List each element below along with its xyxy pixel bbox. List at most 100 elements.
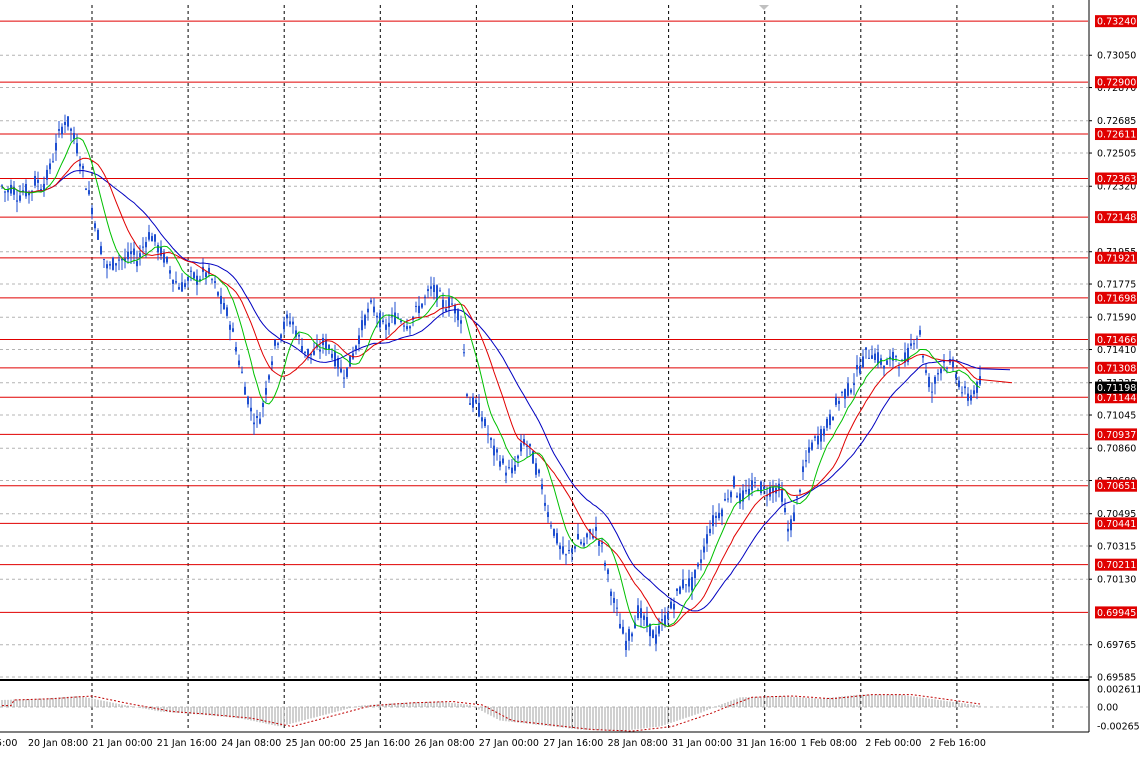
candle-body: [829, 414, 831, 426]
candle-body: [493, 445, 495, 456]
candle-body: [343, 377, 345, 379]
candle-body: [661, 619, 663, 621]
candle-body: [652, 630, 654, 639]
chart-canvas[interactable]: 0.730500.728700.726850.725050.723200.719…: [0, 0, 1140, 757]
candle-body: [187, 276, 189, 281]
price-tick-label: 0.71590: [1097, 313, 1136, 324]
candle-body: [637, 605, 639, 619]
level-label: 0.71921: [1097, 253, 1136, 264]
candle-body: [109, 264, 111, 266]
candle-body: [895, 356, 897, 358]
candle-body: [814, 436, 816, 438]
candle-body: [679, 586, 681, 594]
candle-body: [781, 490, 783, 502]
candle-body: [640, 608, 642, 618]
price-tick-label: 0.71410: [1097, 345, 1136, 356]
time-tick-label: 2 Feb 16:00: [930, 738, 986, 749]
candle-body: [931, 391, 933, 393]
price-chart[interactable]: 0.730500.728700.726850.725050.723200.719…: [0, 0, 1140, 757]
candle-body: [301, 346, 303, 352]
time-tick-label: 21 Jan 16:00: [157, 738, 217, 749]
candle-body: [10, 184, 12, 194]
candle-body: [61, 126, 63, 135]
candle-body: [826, 418, 828, 428]
candle-body: [79, 163, 81, 167]
candle-body: [910, 343, 912, 346]
candle-body: [214, 281, 216, 283]
candle-body: [37, 179, 39, 183]
oscillator-tick-label: 0.00: [1097, 703, 1118, 714]
candle-body: [241, 371, 243, 373]
time-tick-label: 27 Jan 00:00: [479, 738, 539, 749]
candle-body: [487, 433, 489, 436]
candle-body: [283, 321, 285, 330]
candle-body: [841, 392, 843, 394]
candle-body: [91, 207, 93, 215]
candle-body: [175, 281, 177, 283]
candle-body: [604, 562, 606, 567]
candle-body: [631, 633, 633, 637]
candle-body: [721, 509, 723, 517]
candle-body: [607, 569, 609, 575]
candle-body: [238, 360, 240, 366]
candle-body: [403, 325, 405, 327]
candle-body: [49, 163, 51, 170]
candle-body: [445, 308, 447, 312]
candle-body: [571, 548, 573, 553]
level-label: 0.72363: [1097, 174, 1136, 185]
candle-body: [823, 428, 825, 436]
candle-body: [478, 402, 480, 417]
candle-body: [376, 315, 378, 318]
candle-body: [52, 161, 54, 163]
candle-body: [883, 365, 885, 369]
candle-body: [25, 184, 27, 197]
candle-body: [385, 324, 387, 330]
candle-body: [88, 190, 90, 195]
candle-body: [535, 463, 537, 475]
candle-body: [64, 121, 66, 126]
candle-body: [754, 482, 756, 484]
candle-body: [427, 289, 429, 292]
candle-body: [610, 591, 612, 596]
candle-body: [511, 467, 513, 474]
candle-body: [559, 545, 561, 550]
candle-body: [115, 263, 117, 266]
candle-body: [763, 486, 765, 489]
level-label: 0.71466: [1097, 335, 1136, 346]
candle-body: [550, 525, 552, 527]
candle-body: [817, 435, 819, 445]
time-tick-label: 20 Jan 08:00: [28, 738, 88, 749]
candle-body: [973, 390, 975, 395]
candle-body: [112, 257, 114, 270]
candle-body: [538, 469, 540, 474]
candle-body: [97, 229, 99, 240]
candle-body: [4, 191, 6, 193]
candle-body: [103, 258, 105, 260]
candle-body: [673, 603, 675, 610]
price-tick-label: 0.69585: [1097, 673, 1136, 684]
candle-body: [562, 546, 564, 554]
candle-body: [709, 528, 711, 534]
candle-body: [289, 321, 291, 325]
candle-body: [586, 533, 588, 538]
candle-body: [262, 403, 264, 408]
candle-body: [169, 270, 171, 274]
candle-body: [694, 569, 696, 578]
candle-body: [130, 251, 132, 255]
candle-body: [277, 343, 279, 345]
candle-body: [568, 549, 570, 551]
level-label: 0.71144: [1097, 393, 1136, 404]
candle-body: [280, 334, 282, 339]
candle-body: [43, 183, 45, 190]
candle-body: [163, 252, 165, 263]
candle-body: [580, 541, 582, 544]
candle-body: [454, 304, 456, 314]
price-tick-label: 0.71045: [1097, 411, 1136, 422]
candle-body: [94, 223, 96, 229]
candle-body: [946, 367, 948, 369]
chart-background: [0, 0, 1140, 757]
candle-body: [142, 246, 144, 248]
candle-body: [703, 546, 705, 553]
candle-body: [67, 116, 69, 127]
candle-body: [625, 640, 627, 651]
